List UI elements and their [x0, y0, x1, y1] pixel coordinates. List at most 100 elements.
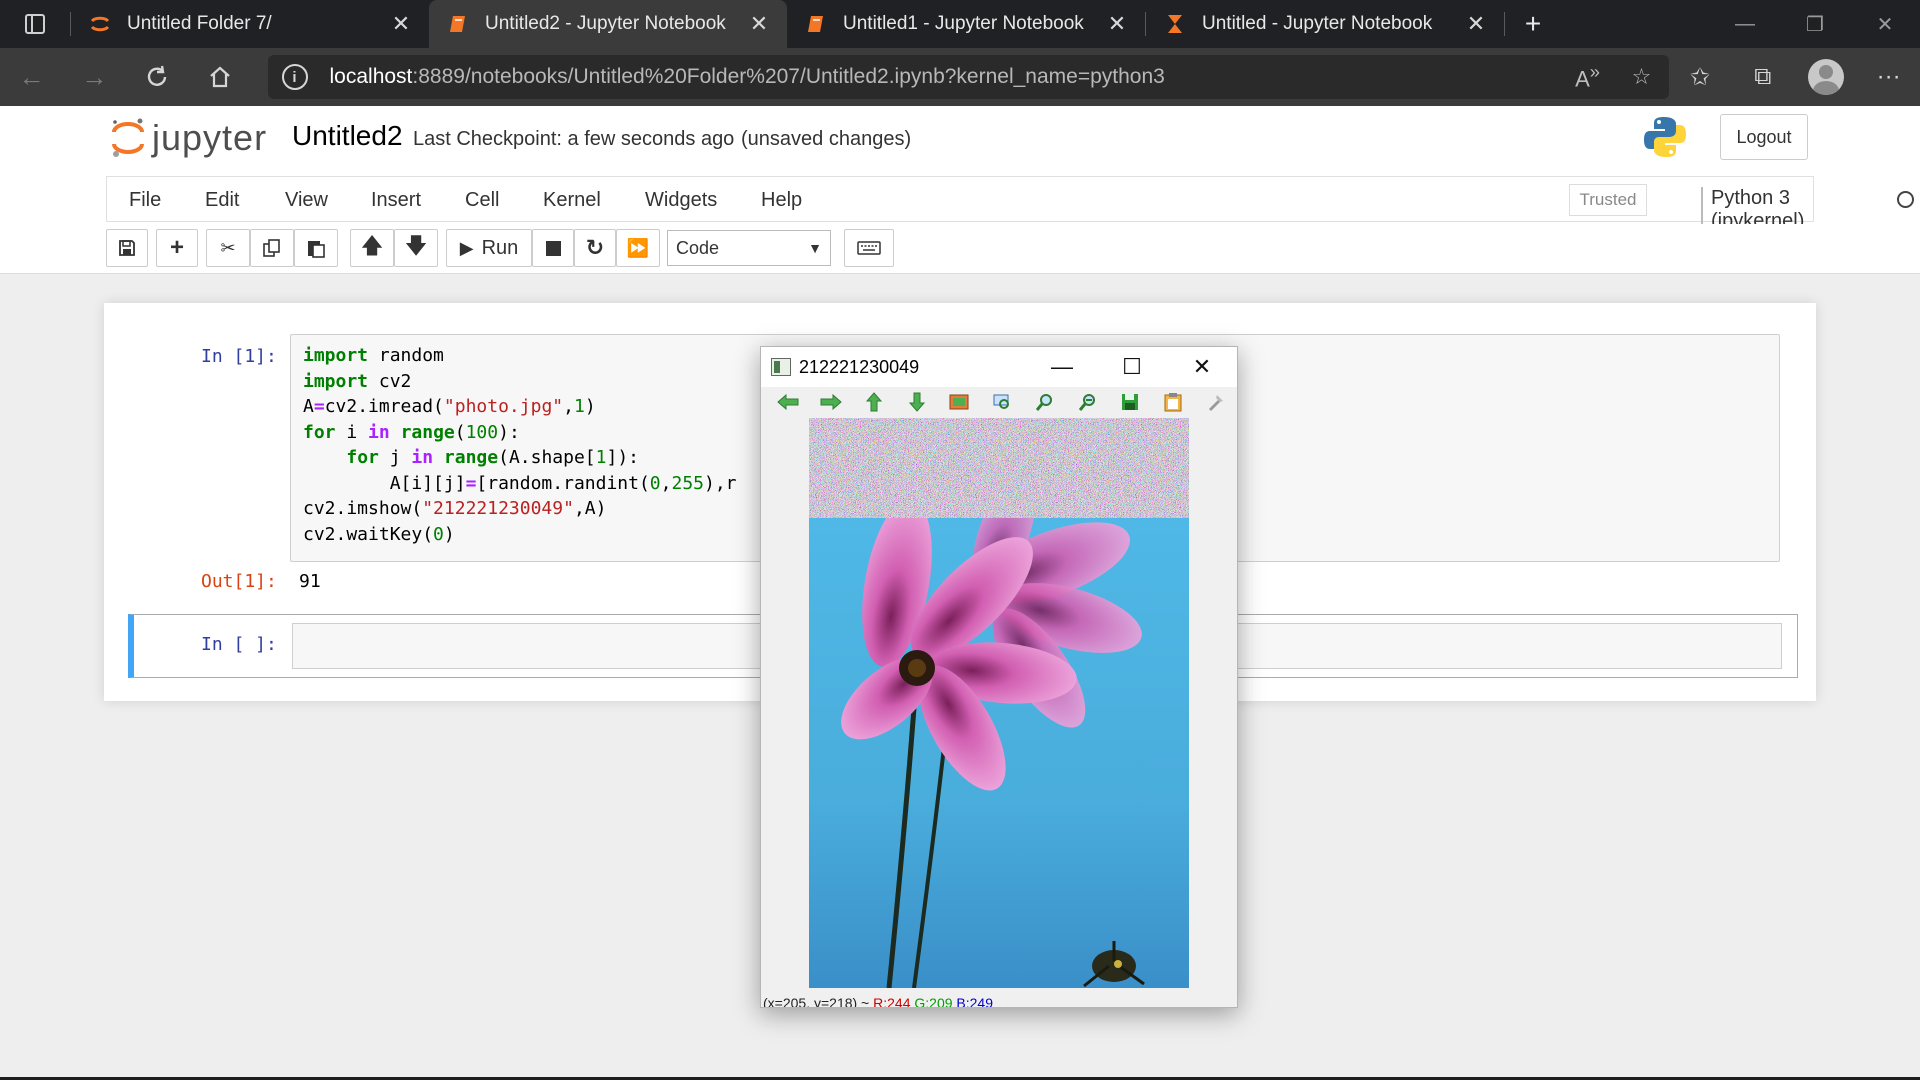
keyboard-icon [857, 241, 881, 255]
jupyter-spinner-icon [89, 13, 111, 35]
copy-image-icon[interactable] [1152, 389, 1195, 415]
fast-forward-icon: ⏩ [626, 237, 650, 258]
move-up-button[interactable]: 🡅 [350, 229, 394, 267]
pan-down-icon[interactable] [895, 389, 938, 415]
logout-button[interactable]: Logout [1720, 114, 1808, 160]
pan-right-icon[interactable] [810, 389, 853, 415]
browser-tab-untitled2[interactable]: Untitled2 - Jupyter Notebook ✕ [429, 0, 787, 48]
collections-icon[interactable]: ⧉ [1731, 63, 1794, 91]
home-icon[interactable] [189, 48, 252, 106]
profile-avatar[interactable] [1794, 59, 1857, 95]
save-icon [119, 240, 135, 256]
zoom-out-icon[interactable] [1066, 389, 1109, 415]
site-info-icon[interactable]: i [281, 64, 308, 90]
cv-window-title: 212221230049 [799, 356, 920, 377]
stop-icon [545, 240, 561, 256]
interrupt-button[interactable] [532, 229, 574, 267]
menu-file[interactable]: File [129, 189, 161, 212]
insert-cell-button[interactable]: + [156, 229, 198, 267]
output-prompt: Out[1]: [201, 571, 277, 592]
browser-tab-folder[interactable]: Untitled Folder 7/ ✕ [71, 0, 429, 48]
pan-up-icon[interactable] [852, 389, 895, 415]
zoom-original-icon[interactable] [981, 389, 1024, 415]
cell-type-value: Code [676, 237, 720, 258]
menu-widgets[interactable]: Widgets [645, 189, 717, 212]
back-icon[interactable]: ← [0, 48, 63, 106]
kernel-idle-icon [1897, 191, 1914, 208]
close-icon[interactable]: ✕ [1464, 11, 1488, 37]
checkpoint-status: Last Checkpoint: a few seconds ago [413, 128, 735, 150]
cut-button[interactable]: ✂ [206, 229, 250, 267]
forward-icon[interactable]: → [63, 48, 126, 106]
input-prompt: In [1]: [201, 346, 277, 367]
opencv-image-window[interactable]: 212221230049 — ☐ ✕ (x=205, y=218) ~ R:24… [760, 346, 1238, 1008]
restart-icon: ↻ [585, 235, 605, 260]
input-prompt: In [ ]: [201, 634, 277, 655]
play-icon: ▶ [459, 237, 474, 258]
tab-title: Untitled - Jupyter Notebook [1202, 13, 1433, 34]
read-aloud-icon[interactable]: A» [1561, 61, 1615, 92]
url-field[interactable]: i localhost:8889/notebooks/Untitled%20Fo… [267, 55, 1669, 99]
save-image-icon[interactable] [1109, 389, 1152, 415]
plus-icon: + [169, 234, 184, 261]
pan-left-icon[interactable] [767, 389, 810, 415]
output-value: 91 [299, 571, 321, 592]
more-options-icon[interactable]: ··· [1857, 63, 1920, 91]
trusted-indicator[interactable]: Trusted [1569, 184, 1647, 216]
restart-run-all-button[interactable]: ⏩ [616, 229, 660, 267]
zoom-in-icon[interactable] [1023, 389, 1066, 415]
url-text: localhost:8889/notebooks/Untitled%20Fold… [329, 65, 1165, 88]
browser-tab-untitled[interactable]: Untitled - Jupyter Notebook ✕ [1146, 0, 1504, 48]
paste-button[interactable] [294, 229, 338, 267]
menu-help[interactable]: Help [761, 189, 802, 212]
properties-icon[interactable] [1194, 389, 1237, 415]
close-icon[interactable]: ✕ [747, 11, 771, 37]
scissors-icon: ✂ [220, 237, 236, 258]
browser-tab-untitled1[interactable]: Untitled1 - Jupyter Notebook ✕ [787, 0, 1145, 48]
copy-icon [263, 239, 280, 257]
displayed-image[interactable] [809, 418, 1189, 988]
minimize-icon[interactable]: — [1710, 0, 1780, 48]
jupyter-header: jupyter Untitled2 Last Checkpoint: a few… [0, 106, 1920, 174]
jupyter-logo[interactable]: jupyter [110, 116, 267, 160]
minimize-icon[interactable]: — [1027, 354, 1097, 380]
close-icon[interactable]: ✕ [1105, 11, 1129, 37]
jupyter-wordmark: jupyter [152, 117, 268, 158]
tab-title: Untitled Folder 7/ [127, 13, 272, 34]
menu-bar: File Edit View Insert Cell Kernel Widget… [0, 174, 1920, 233]
python-logo-icon [1642, 114, 1688, 165]
zoom-fit-icon[interactable] [938, 389, 981, 415]
add-favorite-icon[interactable]: ☆ [1615, 64, 1669, 90]
menu-cell[interactable]: Cell [465, 189, 499, 212]
notebook-icon [447, 13, 469, 35]
refresh-icon[interactable] [126, 48, 189, 106]
browser-tab-bar: Untitled Folder 7/ ✕ Untitled2 - Jupyter… [0, 0, 1920, 48]
chevron-down-icon: ▼ [808, 240, 822, 256]
arrow-up-icon: 🡅 [360, 233, 384, 258]
close-icon[interactable]: ✕ [389, 11, 413, 37]
run-label: Run [481, 236, 519, 259]
command-palette-button[interactable] [844, 229, 894, 267]
favorites-icon[interactable]: ✩ [1669, 63, 1732, 92]
cv-window-titlebar[interactable]: 212221230049 — ☐ ✕ [761, 347, 1237, 387]
menu-edit[interactable]: Edit [205, 189, 239, 212]
restart-button[interactable]: ↻ [574, 229, 616, 267]
menu-view[interactable]: View [285, 189, 328, 212]
move-down-button[interactable]: 🡇 [394, 229, 438, 267]
maximize-icon[interactable]: ☐ [1097, 354, 1167, 380]
cell-type-select[interactable]: Code ▼ [667, 230, 831, 266]
window-close-icon[interactable]: ✕ [1850, 0, 1920, 48]
menu-insert[interactable]: Insert [371, 189, 421, 212]
run-button[interactable]: ▶ Run [446, 229, 532, 267]
tab-actions-icon[interactable] [0, 0, 70, 48]
restore-icon[interactable]: ❐ [1780, 0, 1850, 48]
new-tab-icon[interactable]: + [1505, 0, 1561, 48]
menu-kernel[interactable]: Kernel [543, 189, 601, 212]
arrow-down-icon: 🡇 [404, 233, 428, 258]
copy-button[interactable] [250, 229, 294, 267]
paste-icon [308, 241, 325, 258]
save-button[interactable] [106, 229, 148, 267]
close-icon[interactable]: ✕ [1167, 354, 1237, 380]
notebook-name[interactable]: Untitled2 [292, 120, 403, 152]
pixel-info-status: (x=205, y=218) ~ R:244 G:209 B:249 [763, 995, 994, 1008]
